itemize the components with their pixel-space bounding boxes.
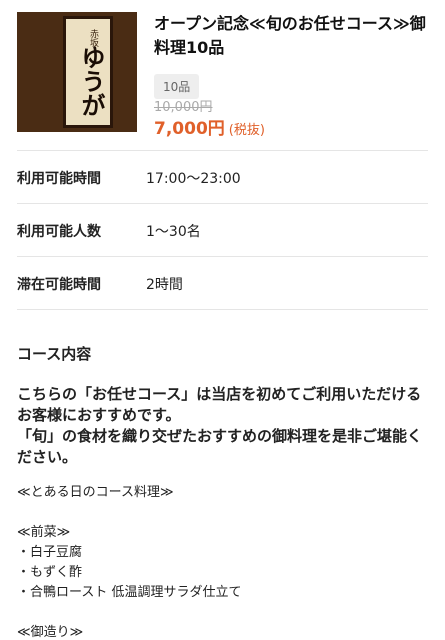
- menu-item: ・白子豆腐: [17, 545, 83, 560]
- sashimi-heading: ≪御造り≫: [17, 625, 84, 640]
- appetizer-heading: ≪前菜≫: [17, 525, 71, 540]
- info-label: 滞在可能時間: [17, 277, 101, 293]
- info-value: 1〜30名: [146, 224, 201, 240]
- course-title: オープン記念≪旬のお任せコース≫御料理10品: [154, 14, 426, 57]
- course-description-text: こちらの「お任せコース」は当店を初めてご利用いただけるお客様におすすめです。 「…: [17, 385, 423, 466]
- sample-menu-title: ≪とある日のコース料理≫: [17, 485, 174, 500]
- info-label: 利用可能時間: [17, 171, 101, 187]
- info-row-stay-duration: 滞在可能時間 2時間: [17, 256, 428, 310]
- info-value: 2時間: [146, 277, 183, 293]
- course-content-heading: コース内容: [17, 345, 92, 363]
- sign-main-text: ゆうが: [77, 45, 106, 117]
- info-value: 17:00〜23:00: [146, 171, 241, 187]
- course-detail-page: 赤坂 ゆうが オープン記念≪旬のお任せコース≫御料理10品 10品 10,000…: [0, 0, 445, 640]
- tax-note: (税抜): [228, 123, 265, 138]
- sample-menu: ≪とある日のコース料理≫ ≪前菜≫ ・白子豆腐 ・もずく酢 ・合鴨ロースト 低温…: [17, 483, 427, 640]
- info-row-party-size: 利用可能人数 1〜30名: [17, 203, 428, 256]
- course-header: 赤坂 ゆうが オープン記念≪旬のお任せコース≫御料理10品 10品 10,000…: [17, 12, 431, 139]
- menu-item: ・合鴨ロースト 低温調理サラダ仕立て: [17, 585, 242, 600]
- info-row-hours: 利用可能時間 17:00〜23:00: [17, 150, 428, 203]
- restaurant-sign: 赤坂 ゆうが: [63, 16, 113, 128]
- sale-price-value: 7,000円: [154, 119, 225, 139]
- original-price: 10,000円: [154, 100, 213, 115]
- restaurant-photo: 赤坂 ゆうが: [17, 12, 137, 132]
- menu-item: ・もずく酢: [17, 565, 83, 580]
- course-description: こちらの「お任せコース」は当店を初めてご利用いただけるお客様におすすめです。 「…: [17, 384, 427, 468]
- sale-price: 7,000円 (税抜): [154, 114, 265, 139]
- info-label: 利用可能人数: [17, 224, 101, 240]
